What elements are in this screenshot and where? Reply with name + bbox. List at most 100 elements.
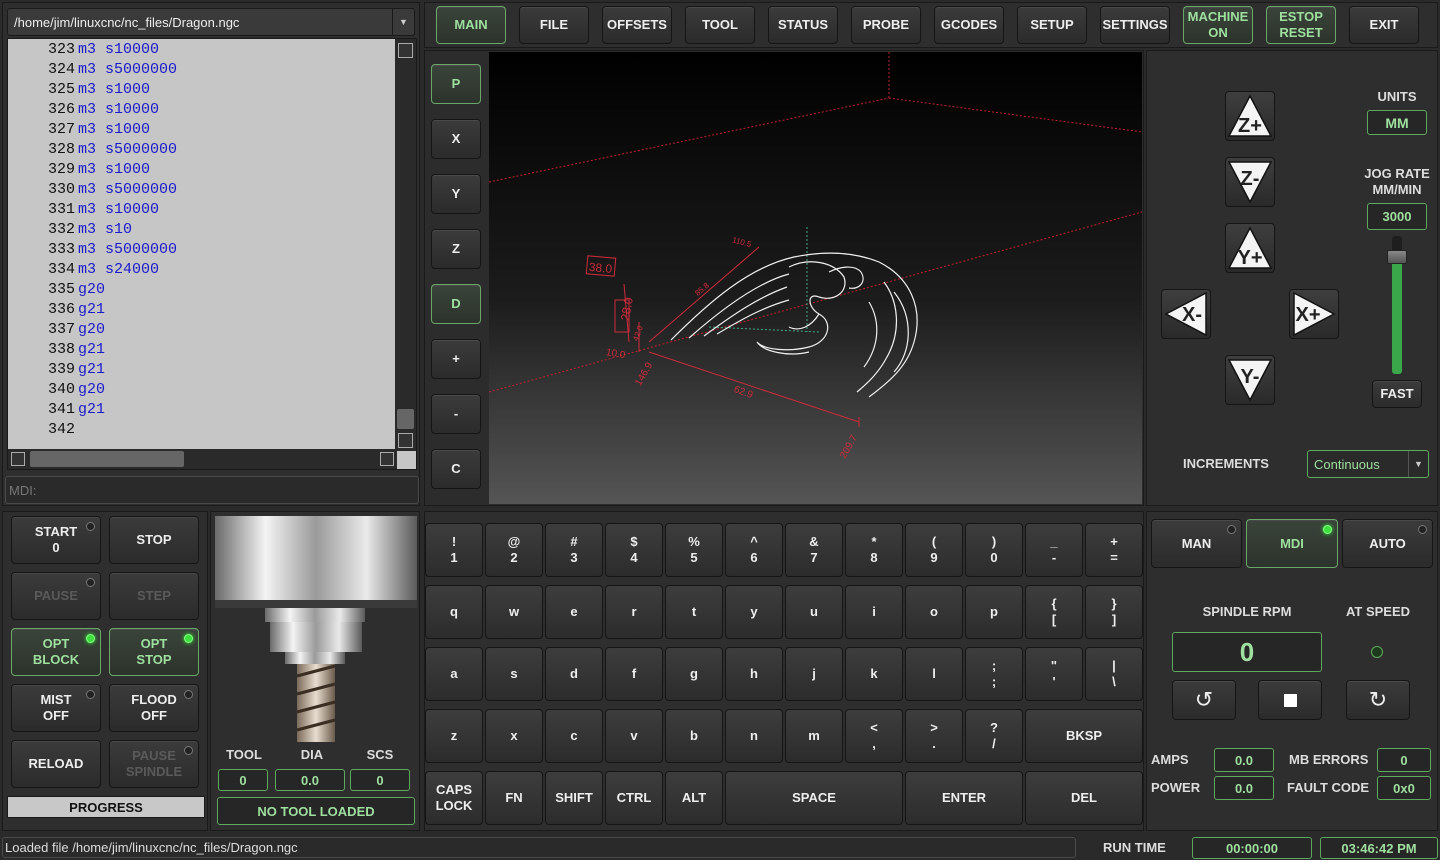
key[interactable]: CTRL bbox=[605, 771, 663, 825]
key[interactable]: < , bbox=[845, 709, 903, 763]
jog-rate-slider[interactable] bbox=[1387, 236, 1407, 374]
fast-button[interactable]: FAST bbox=[1372, 380, 1422, 408]
spindle-stop-button[interactable] bbox=[1258, 680, 1322, 720]
key[interactable]: " ' bbox=[1025, 647, 1083, 701]
gcode-line[interactable]: 338 g21 bbox=[8, 340, 416, 360]
key[interactable]: d bbox=[545, 647, 603, 701]
key[interactable]: x bbox=[485, 709, 543, 763]
tab-gcodes[interactable]: GCODES bbox=[934, 6, 1004, 44]
jog-rate-slider-handle[interactable] bbox=[1387, 249, 1407, 264]
jog-y-minus-button[interactable]: Y- bbox=[1225, 355, 1275, 405]
reload-button[interactable]: RELOAD bbox=[11, 740, 101, 788]
scroll-left-button[interactable] bbox=[11, 452, 25, 466]
increments-select[interactable]: Continuous ▼ bbox=[1307, 450, 1429, 478]
gcode-preview[interactable]: 38.0 28.0 10.0 146.9 62.9 209.7 110.5 85… bbox=[489, 52, 1142, 504]
gcode-editor[interactable]: 323 m3 s10000 324 m3 s5000000 325 m3 s1000 326… bbox=[7, 38, 417, 470]
key[interactable]: y bbox=[725, 585, 783, 639]
tab-probe[interactable]: PROBE bbox=[851, 6, 921, 44]
key[interactable]: b bbox=[665, 709, 723, 763]
key[interactable]: m bbox=[785, 709, 843, 763]
key[interactable]: + = bbox=[1085, 523, 1143, 577]
start-button[interactable]: START 0 bbox=[11, 516, 101, 564]
tool-value[interactable]: 0 bbox=[218, 769, 268, 791]
tab-main[interactable]: MAIN bbox=[436, 6, 506, 44]
gcode-line[interactable]: 331 m3 s10000 bbox=[8, 200, 416, 220]
key[interactable]: * 8 bbox=[845, 523, 903, 577]
view-button-5[interactable]: + bbox=[431, 339, 481, 379]
tab-file[interactable]: FILE bbox=[519, 6, 589, 44]
gcode-line[interactable]: 342 bbox=[8, 420, 416, 440]
view-button-1[interactable]: X bbox=[431, 119, 481, 159]
dia-value[interactable]: 0.0 bbox=[275, 769, 345, 791]
gcode-line[interactable]: 333 m3 s5000000 bbox=[8, 240, 416, 260]
gcode-line[interactable]: 339 g21 bbox=[8, 360, 416, 380]
key[interactable]: l bbox=[905, 647, 963, 701]
view-button-0[interactable]: P bbox=[431, 64, 481, 104]
key[interactable]: _ - bbox=[1025, 523, 1083, 577]
key[interactable]: z bbox=[425, 709, 483, 763]
key[interactable]: ^ 6 bbox=[725, 523, 783, 577]
tab-tool[interactable]: TOOL bbox=[685, 6, 755, 44]
vertical-scrollbar[interactable] bbox=[395, 39, 416, 451]
key[interactable]: ) 0 bbox=[965, 523, 1023, 577]
key[interactable]: FN bbox=[485, 771, 543, 825]
key[interactable]: { [ bbox=[1025, 585, 1083, 639]
tab-setup[interactable]: SETUP bbox=[1017, 6, 1087, 44]
key[interactable]: } ] bbox=[1085, 585, 1143, 639]
key[interactable]: p bbox=[965, 585, 1023, 639]
scroll-right-button[interactable] bbox=[380, 452, 394, 466]
stop-button[interactable]: STOP bbox=[109, 516, 199, 564]
spindle-cw-button[interactable]: ↻ bbox=[1346, 680, 1410, 720]
key[interactable]: % 5 bbox=[665, 523, 723, 577]
estop-reset-button[interactable]: ESTOP RESET bbox=[1266, 6, 1336, 44]
key[interactable]: ( 9 bbox=[905, 523, 963, 577]
gcode-line[interactable]: 334 m3 s24000 bbox=[8, 260, 416, 280]
mode-man-button[interactable]: MAN bbox=[1151, 519, 1242, 568]
scroll-up-button[interactable] bbox=[398, 43, 413, 58]
key[interactable]: q bbox=[425, 585, 483, 639]
key[interactable]: o bbox=[905, 585, 963, 639]
space-key[interactable]: SPACE bbox=[725, 771, 903, 825]
gcode-line[interactable]: 337 g20 bbox=[8, 320, 416, 340]
mode-auto-button[interactable]: AUTO bbox=[1342, 519, 1433, 568]
key[interactable]: g bbox=[665, 647, 723, 701]
scroll-down-button[interactable] bbox=[398, 433, 413, 448]
pause-button[interactable]: PAUSE bbox=[11, 572, 101, 620]
jog-z-minus-button[interactable]: Z- bbox=[1225, 157, 1275, 207]
mist-button[interactable]: MIST OFF bbox=[11, 684, 101, 732]
key[interactable]: > . bbox=[905, 709, 963, 763]
view-button-4[interactable]: D bbox=[431, 284, 481, 324]
gcode-line[interactable]: 326 m3 s10000 bbox=[8, 100, 416, 120]
mode-mdi-button[interactable]: MDI bbox=[1246, 519, 1338, 568]
jog-rate-value[interactable]: 3000 bbox=[1367, 203, 1427, 230]
jog-y-plus-button[interactable]: Y+ bbox=[1225, 223, 1275, 273]
key[interactable]: e bbox=[545, 585, 603, 639]
view-button-2[interactable]: Y bbox=[431, 174, 481, 214]
gcode-line[interactable]: 336 g21 bbox=[8, 300, 416, 320]
jog-z-plus-button[interactable]: Z+ bbox=[1225, 91, 1275, 141]
exit-button[interactable]: EXIT bbox=[1349, 6, 1419, 44]
scroll-thumb[interactable] bbox=[397, 409, 414, 429]
key[interactable]: v bbox=[605, 709, 663, 763]
view-button-6[interactable]: - bbox=[431, 394, 481, 434]
flood-button[interactable]: FLOOD OFF bbox=[109, 684, 199, 732]
key[interactable]: c bbox=[545, 709, 603, 763]
key[interactable]: | \ bbox=[1085, 647, 1143, 701]
opt-stop-button[interactable]: OPT STOP bbox=[109, 628, 199, 676]
key[interactable]: h bbox=[725, 647, 783, 701]
key[interactable]: # 3 bbox=[545, 523, 603, 577]
view-button-3[interactable]: Z bbox=[431, 229, 481, 269]
key[interactable]: t bbox=[665, 585, 723, 639]
gcode-line[interactable]: 341 g21 bbox=[8, 400, 416, 420]
tab-settings[interactable]: SETTINGS bbox=[1100, 6, 1170, 44]
key[interactable]: f bbox=[605, 647, 663, 701]
view-button-7[interactable]: C bbox=[431, 449, 481, 489]
gcode-line[interactable]: 330 m3 s5000000 bbox=[8, 180, 416, 200]
machine-on-button[interactable]: MACHINE ON bbox=[1183, 6, 1253, 44]
key[interactable]: r bbox=[605, 585, 663, 639]
backspace-key[interactable]: BKSP bbox=[1025, 709, 1143, 763]
enter-key[interactable]: ENTER bbox=[905, 771, 1023, 825]
key[interactable]: ; ; bbox=[965, 647, 1023, 701]
key[interactable]: i bbox=[845, 585, 903, 639]
chevron-down-icon[interactable]: ▼ bbox=[1408, 451, 1428, 477]
